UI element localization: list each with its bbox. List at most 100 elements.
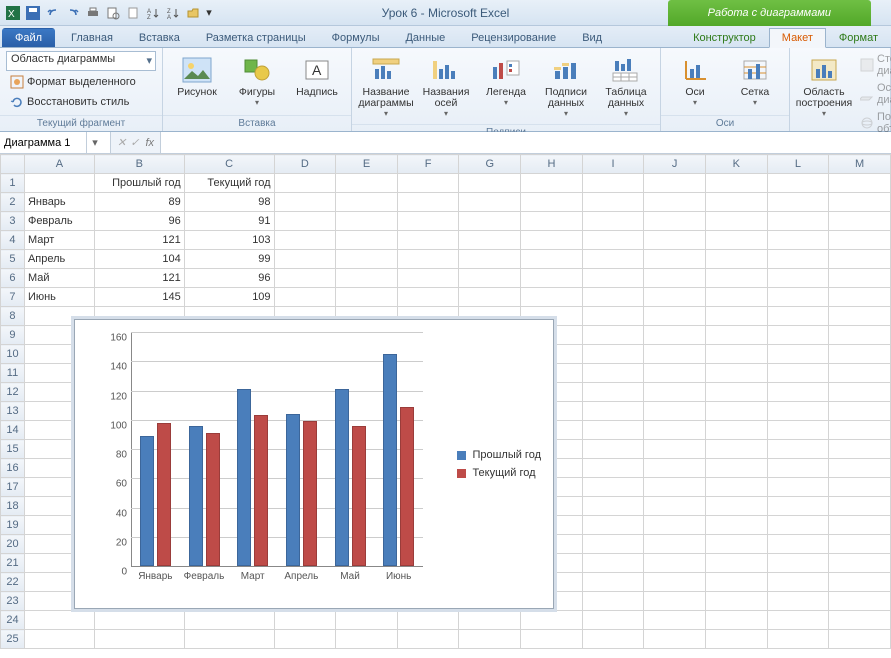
cell-I10[interactable] <box>582 345 644 364</box>
plot-area-button[interactable]: Область построения <box>796 51 852 121</box>
cell-L25[interactable] <box>767 630 829 649</box>
cell-M1[interactable] <box>829 174 891 193</box>
cell-E7[interactable] <box>336 288 398 307</box>
legend-item-1[interactable]: Текущий год <box>457 467 541 479</box>
cell-A7[interactable]: Июнь <box>24 288 94 307</box>
cell-I23[interactable] <box>582 592 644 611</box>
cell-J3[interactable] <box>644 212 706 231</box>
cell-F6[interactable] <box>397 269 459 288</box>
cell-K23[interactable] <box>705 592 767 611</box>
cell-L24[interactable] <box>767 611 829 630</box>
cell-F25[interactable] <box>397 630 459 649</box>
cell-J10[interactable] <box>644 345 706 364</box>
cell-I11[interactable] <box>582 364 644 383</box>
data-table-button[interactable]: Таблица данных <box>598 51 654 121</box>
cell-L16[interactable] <box>767 459 829 478</box>
cell-F3[interactable] <box>397 212 459 231</box>
cell-L6[interactable] <box>767 269 829 288</box>
cell-H4[interactable] <box>521 231 583 250</box>
row-header-4[interactable]: 4 <box>1 231 25 250</box>
cell-L12[interactable] <box>767 383 829 402</box>
cell-I4[interactable] <box>582 231 644 250</box>
bar-Текущий год-Июнь[interactable] <box>400 407 414 566</box>
cell-E25[interactable] <box>336 630 398 649</box>
cell-M10[interactable] <box>829 345 891 364</box>
cell-A6[interactable]: Май <box>24 269 94 288</box>
row-header-25[interactable]: 25 <box>1 630 25 649</box>
new-icon[interactable] <box>124 4 142 22</box>
row-header-12[interactable]: 12 <box>1 383 25 402</box>
cell-M7[interactable] <box>829 288 891 307</box>
open-icon[interactable] <box>184 4 202 22</box>
cell-J14[interactable] <box>644 421 706 440</box>
cell-K10[interactable] <box>705 345 767 364</box>
cell-B5[interactable]: 104 <box>94 250 184 269</box>
cell-M5[interactable] <box>829 250 891 269</box>
cell-D5[interactable] <box>274 250 336 269</box>
cell-L11[interactable] <box>767 364 829 383</box>
redo-icon[interactable] <box>64 4 82 22</box>
cell-D7[interactable] <box>274 288 336 307</box>
col-header-M[interactable]: M <box>829 155 891 174</box>
bar-Текущий год-Февраль[interactable] <box>206 433 220 566</box>
cell-M3[interactable] <box>829 212 891 231</box>
cell-I6[interactable] <box>582 269 644 288</box>
cell-M25[interactable] <box>829 630 891 649</box>
tab-pagelayout[interactable]: Разметка страницы <box>193 28 319 47</box>
cell-L9[interactable] <box>767 326 829 345</box>
cell-K6[interactable] <box>705 269 767 288</box>
cell-J25[interactable] <box>644 630 706 649</box>
row-header-3[interactable]: 3 <box>1 212 25 231</box>
cell-F1[interactable] <box>397 174 459 193</box>
qat-dropdown-icon[interactable]: ▾ <box>204 4 214 22</box>
cell-L3[interactable] <box>767 212 829 231</box>
row-header-7[interactable]: 7 <box>1 288 25 307</box>
cell-J7[interactable] <box>644 288 706 307</box>
cell-J12[interactable] <box>644 383 706 402</box>
cell-J19[interactable] <box>644 516 706 535</box>
col-header-D[interactable]: D <box>274 155 336 174</box>
cell-I21[interactable] <box>582 554 644 573</box>
name-box-dropdown-icon[interactable]: ▾ <box>86 132 103 153</box>
cell-M17[interactable] <box>829 478 891 497</box>
cell-J18[interactable] <box>644 497 706 516</box>
cell-E3[interactable] <box>336 212 398 231</box>
cell-D24[interactable] <box>274 611 336 630</box>
cell-M24[interactable] <box>829 611 891 630</box>
col-header-G[interactable]: G <box>459 155 521 174</box>
cell-I25[interactable] <box>582 630 644 649</box>
cell-J15[interactable] <box>644 440 706 459</box>
col-header-L[interactable]: L <box>767 155 829 174</box>
cell-J20[interactable] <box>644 535 706 554</box>
cell-E1[interactable] <box>336 174 398 193</box>
row-header-11[interactable]: 11 <box>1 364 25 383</box>
bar-Прошлый год-Май[interactable] <box>335 389 349 566</box>
row-header-10[interactable]: 10 <box>1 345 25 364</box>
cell-M16[interactable] <box>829 459 891 478</box>
cell-J4[interactable] <box>644 231 706 250</box>
cell-C4[interactable]: 103 <box>184 231 274 250</box>
bar-Прошлый год-Январь[interactable] <box>140 436 154 566</box>
cell-M14[interactable] <box>829 421 891 440</box>
row-header-8[interactable]: 8 <box>1 307 25 326</box>
cell-D2[interactable] <box>274 193 336 212</box>
chart-plot-area[interactable]: 020406080100120140160ЯнварьФевральМартАп… <box>103 332 423 584</box>
col-header-B[interactable]: B <box>94 155 184 174</box>
cell-C5[interactable]: 99 <box>184 250 274 269</box>
cell-K24[interactable] <box>705 611 767 630</box>
cell-M6[interactable] <box>829 269 891 288</box>
cell-G5[interactable] <box>459 250 521 269</box>
cell-M18[interactable] <box>829 497 891 516</box>
cell-G4[interactable] <box>459 231 521 250</box>
name-box-input[interactable] <box>0 137 86 149</box>
print-icon[interactable] <box>84 4 102 22</box>
cell-A1[interactable] <box>24 174 94 193</box>
picture-button[interactable]: Рисунок <box>169 51 225 101</box>
cell-H6[interactable] <box>521 269 583 288</box>
chart-element-selector[interactable]: Область диаграммы <box>6 51 156 71</box>
cell-A5[interactable]: Апрель <box>24 250 94 269</box>
name-box[interactable]: ▾ <box>0 132 111 153</box>
textbox-button[interactable]: A Надпись <box>289 51 345 101</box>
cell-K16[interactable] <box>705 459 767 478</box>
cell-K8[interactable] <box>705 307 767 326</box>
